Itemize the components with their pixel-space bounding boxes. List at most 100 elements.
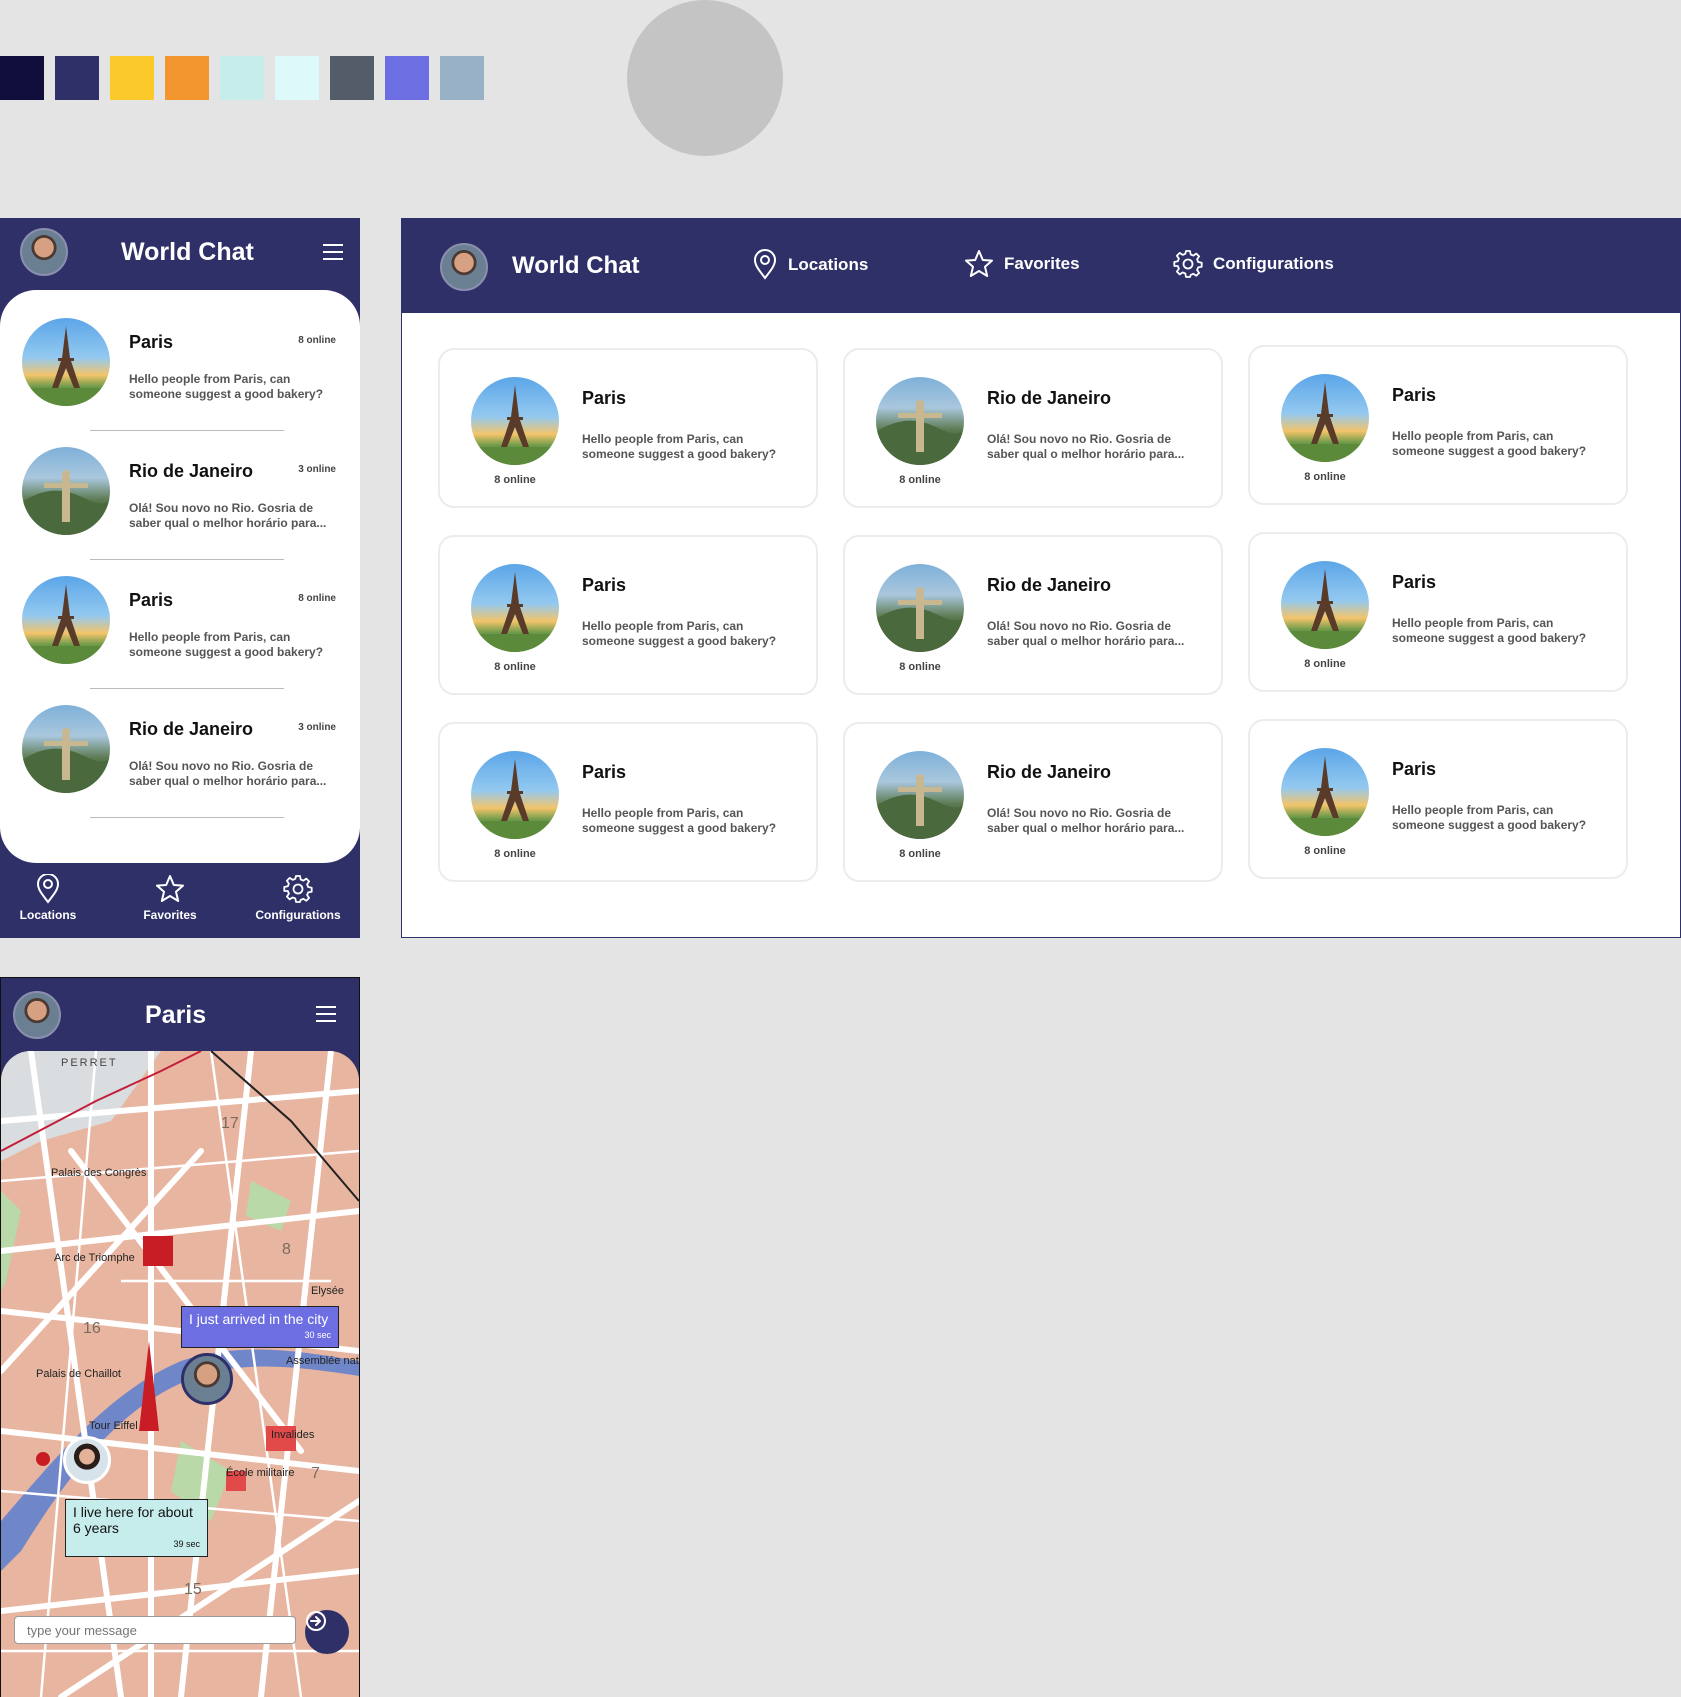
chat-room-card[interactable]: 8 online Paris Hello people from Paris, ca…	[1248, 719, 1628, 879]
map-pin-icon	[753, 249, 777, 280]
last-message: Olá! Sou novo no Rio. Gosria de saber qu…	[987, 432, 1185, 461]
hamburger-menu-icon[interactable]	[323, 244, 343, 260]
last-message: Hello people from Paris, can someone sug…	[582, 432, 777, 461]
chat-room-card[interactable]: 8 online Paris Hello people from Paris, ca…	[438, 722, 818, 882]
chat-room-card[interactable]: 8 online Rio de Janeiro Olá! Sou novo no R…	[843, 722, 1223, 882]
city-name: Paris	[1392, 385, 1437, 405]
last-message: Olá! Sou novo no Rio. Gosria de saber qu…	[987, 806, 1185, 835]
last-message: Olá! Sou novo no Rio. Gosria de saber qu…	[129, 501, 327, 530]
online-count: 8 online	[494, 848, 536, 860]
last-message: Hello people from Paris, can someone sug…	[129, 372, 324, 401]
palette-swatch	[165, 56, 209, 100]
last-message: Hello people from Paris, can someone sug…	[1392, 429, 1587, 458]
city-name: Rio de Janeiro	[129, 461, 254, 481]
city-photo	[1281, 561, 1369, 649]
city-name: Paris	[582, 575, 627, 595]
map-label-15: 15	[184, 1581, 202, 1598]
map-label-palais-chaillot: Palais de Chaillot	[36, 1368, 121, 1380]
map-label-8: 8	[282, 1241, 291, 1258]
city-name: Paris	[129, 590, 174, 610]
nav-locations-button[interactable]: Locations	[8, 874, 88, 938]
map-label-elysee: Elysée	[311, 1285, 344, 1297]
eiffel-tower-icon	[22, 584, 110, 664]
chat-bubble-text: I live here for about 6 years	[73, 1504, 193, 1536]
map-label-17: 17	[221, 1115, 239, 1132]
eiffel-tower-icon	[22, 326, 110, 406]
city-name: Paris	[129, 332, 174, 352]
palette-swatch	[385, 56, 429, 100]
user-avatar[interactable]	[20, 228, 68, 276]
nav-favorites-label: Favorites	[1004, 254, 1080, 273]
chat-room-list-item[interactable]: Paris 8 online Hello people from Paris, ca…	[0, 548, 360, 689]
city-name: Paris	[582, 762, 627, 782]
map-label-invalides: Invalides	[271, 1429, 315, 1441]
user-avatar[interactable]	[440, 243, 488, 291]
online-count: 3 online	[298, 464, 336, 475]
eiffel-tower-icon	[471, 572, 559, 652]
last-message: Hello people from Paris, can someone sug…	[129, 630, 324, 659]
nav-favorites-button[interactable]: Favorites	[130, 874, 210, 938]
app-title: World Chat	[512, 252, 640, 279]
nav-locations-button[interactable]: Locations	[752, 249, 868, 281]
city-photo	[22, 705, 110, 793]
online-count: 8 online	[298, 593, 336, 604]
city-photo	[22, 447, 110, 535]
city-photo	[471, 751, 559, 839]
send-button[interactable]	[305, 1610, 349, 1654]
city-photo	[471, 377, 559, 465]
chat-bubble-other: I live here for about 6 years 39 sec	[65, 1499, 208, 1557]
chat-room-card[interactable]: 8 online Rio de Janeiro Olá! Sou novo no R…	[843, 535, 1223, 695]
map-pin-icon	[36, 874, 60, 904]
message-input[interactable]	[14, 1616, 296, 1644]
online-count: 3 online	[298, 722, 336, 733]
map-label-assemblee: Assemblée nationale	[286, 1355, 359, 1367]
online-count: 8 online	[899, 848, 941, 860]
chat-room-card[interactable]: 8 online Paris Hello people from Paris, ca…	[1248, 345, 1628, 505]
online-count: 8 online	[1304, 845, 1346, 857]
chat-room-card[interactable]: 8 online Paris Hello people from Paris, ca…	[438, 535, 818, 695]
app-title: World Chat	[121, 238, 254, 266]
city-name: Paris	[1392, 759, 1437, 779]
star-icon	[965, 250, 993, 277]
online-count: 8 online	[1304, 658, 1346, 670]
eiffel-tower-icon	[1281, 756, 1369, 836]
city-name: Rio de Janeiro	[129, 719, 254, 739]
last-message: Olá! Sou novo no Rio. Gosria de saber qu…	[129, 759, 327, 788]
chat-room-card[interactable]: 8 online Paris Hello people from Paris, ca…	[1248, 532, 1628, 692]
eiffel-tower-icon	[471, 385, 559, 465]
city-name: Rio de Janeiro	[987, 388, 1112, 408]
user-avatar[interactable]	[13, 991, 61, 1039]
palette-swatch	[110, 56, 154, 100]
gear-icon	[1173, 250, 1203, 278]
palette-swatch	[440, 56, 484, 100]
city-photo	[876, 564, 964, 652]
nav-configurations-button[interactable]: Configurations	[248, 874, 348, 938]
chat-room-card[interactable]: 8 online Rio de Janeiro Olá! Sou novo no R…	[843, 348, 1223, 508]
online-count: 8 online	[298, 335, 336, 346]
christ-redeemer-icon	[22, 470, 110, 535]
city-name: Rio de Janeiro	[987, 575, 1112, 595]
city-chat-map-screen: Paris PERRET Palais des Congrès Arc de T…	[0, 977, 360, 1697]
online-count: 8 online	[494, 661, 536, 673]
star-icon	[156, 875, 184, 902]
city-map[interactable]: PERRET Palais des Congrès Arc de Triomph…	[1, 1051, 359, 1697]
online-count: 8 online	[899, 661, 941, 673]
palette-swatch	[0, 56, 44, 100]
other-user-avatar[interactable]	[63, 1436, 111, 1484]
nav-favorites-button[interactable]: Favorites	[964, 249, 1080, 279]
hamburger-menu-icon[interactable]	[316, 1006, 336, 1022]
chat-room-list-item[interactable]: Rio de Janeiro 3 online Olá! Sou novo no R…	[0, 677, 360, 818]
city-name: Paris	[582, 388, 627, 408]
user-location-avatar[interactable]	[181, 1353, 233, 1405]
city-photo	[876, 751, 964, 839]
nav-configurations-button[interactable]: Configurations	[1173, 249, 1334, 279]
chat-room-list-item[interactable]: Paris 8 online Hello people from Paris, ca…	[0, 290, 360, 431]
chat-room-card[interactable]: 8 online Paris Hello people from Paris, ca…	[438, 348, 818, 508]
christ-redeemer-icon	[876, 587, 964, 652]
last-message: Olá! Sou novo no Rio. Gosria de saber qu…	[987, 619, 1185, 648]
gear-icon	[283, 875, 313, 903]
city-name: Paris	[1392, 572, 1437, 592]
chat-room-list-item[interactable]: Rio de Janeiro 3 online Olá! Sou novo no R…	[0, 419, 360, 560]
city-photo	[22, 576, 110, 664]
last-message: Hello people from Paris, can someone sug…	[582, 619, 777, 648]
